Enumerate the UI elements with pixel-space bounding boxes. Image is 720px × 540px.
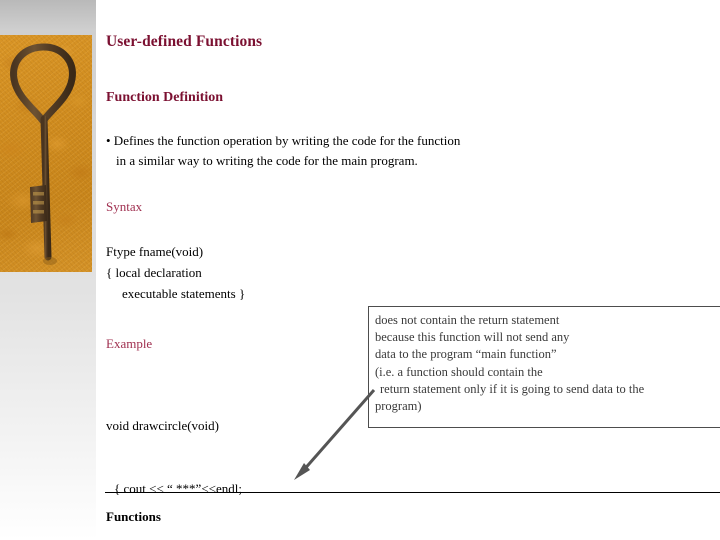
syntax-label: Syntax [106,199,143,214]
bullet-line-1: • Defines the function operation by writ… [106,133,461,148]
callout-line-1: does not contain the return statement [375,313,560,327]
callout-line-6: program) [375,399,422,414]
footer-label: Functions [106,509,161,524]
example-label: Example [106,336,153,351]
bullet-paragraph: • Defines the function operation by writ… [106,131,576,171]
callout-line-5: return statement only if it is going to … [380,381,645,396]
section-heading: Function Definition [106,90,224,105]
callout-box: does not contain the return statement be… [368,306,720,428]
syntax-line-2: { local declaration [106,265,202,280]
syntax-line-1: Ftype fname(void) [106,244,204,259]
footer-divider [105,492,720,493]
callout-arrow-icon [294,389,376,480]
example-line-1: void drawcircle(void) [106,418,219,433]
callout-line-3: data to the program “main function” [375,347,557,362]
slide-content: User-defined Functions Function Definiti… [0,0,720,540]
syntax-code-block: Ftype fname(void) { local declaration ex… [106,241,245,304]
bullet-line-2: in a similar way to writing the code for… [116,153,418,168]
syntax-line-3: executable statements } [122,286,246,301]
page-title: User-defined Functions [106,33,263,50]
example-line-2: { cout << “ ***”<<endl; [114,481,242,496]
callout-line-2: because this function will not send any [375,330,570,345]
slide-canvas: User-defined Functions Function Definiti… [0,0,720,540]
callout-line-4: (i.e. a function should contain the [375,364,543,379]
